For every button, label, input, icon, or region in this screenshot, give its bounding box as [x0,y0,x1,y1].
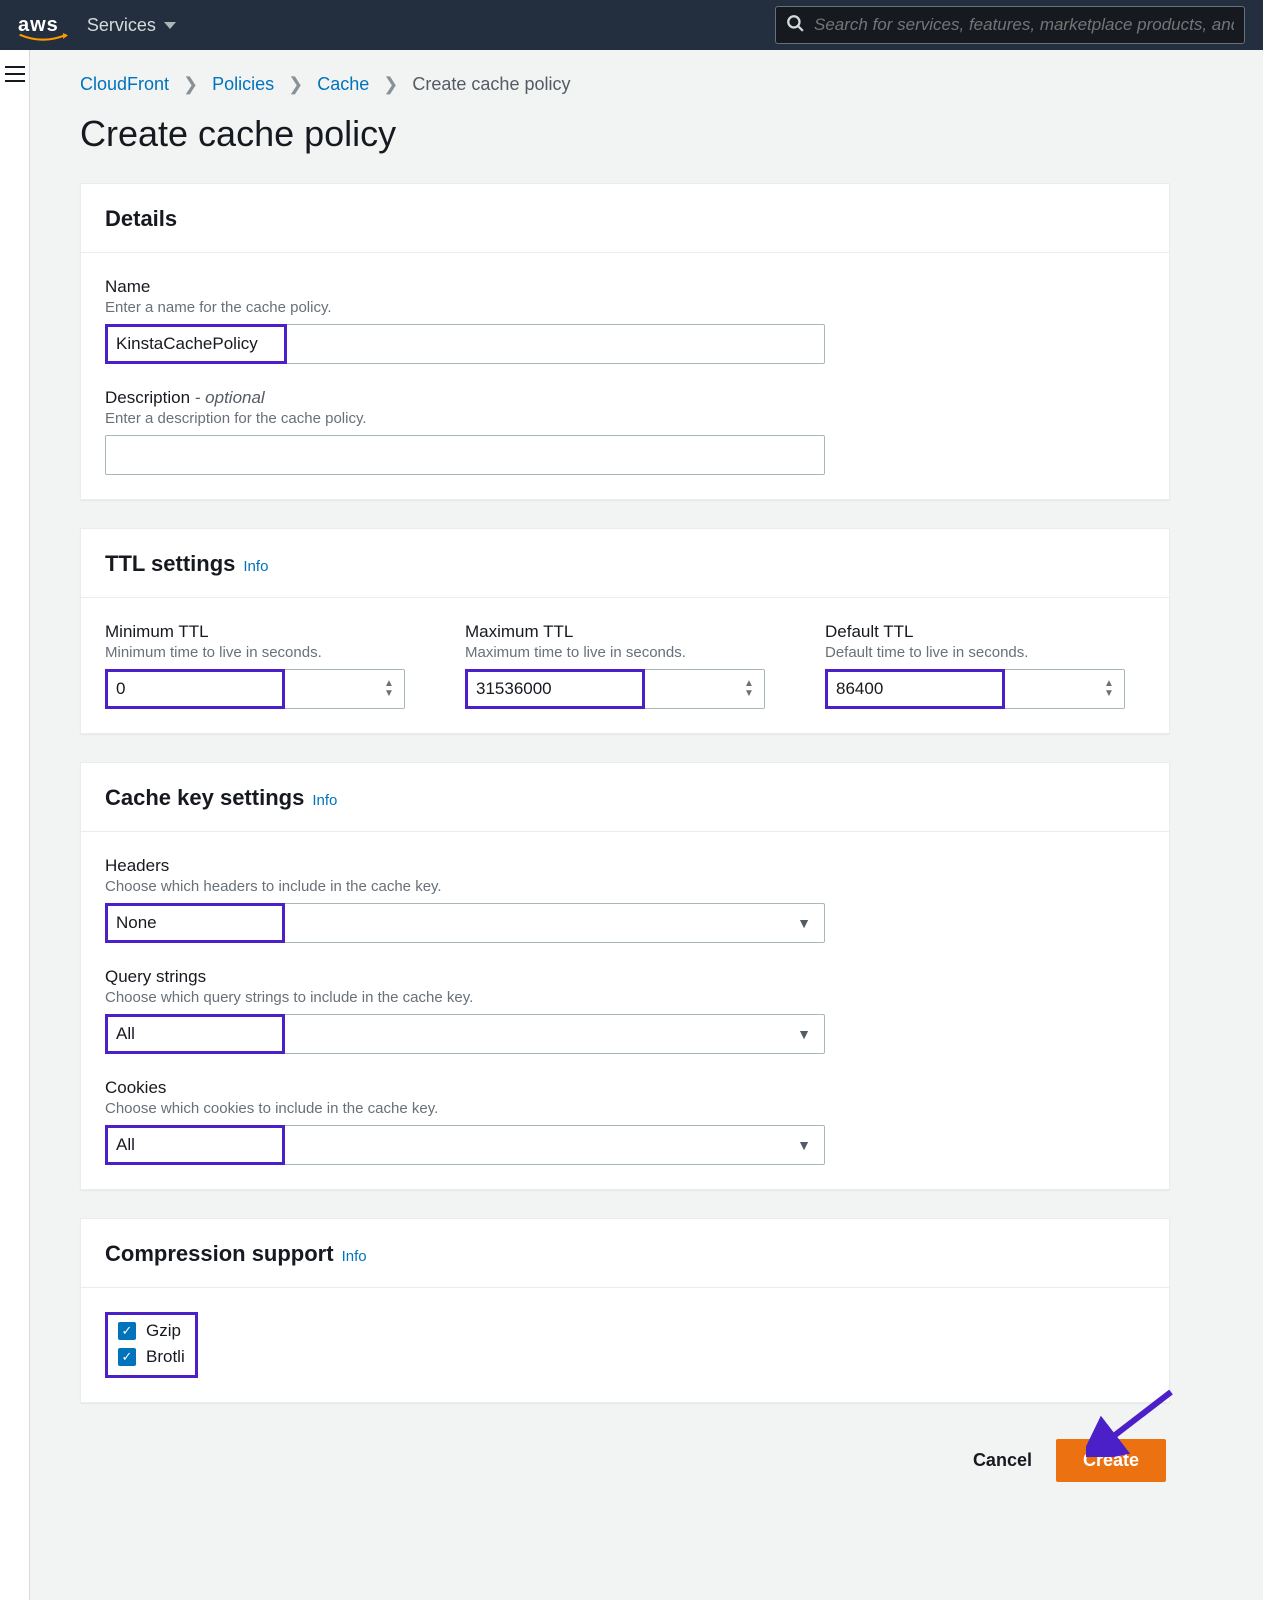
checkbox-checked-icon: ✓ [118,1348,136,1366]
chevron-right-icon: ❯ [288,74,303,95]
crumb-current: Create cache policy [412,74,570,95]
ttl-info-link[interactable]: Info [243,558,268,575]
name-hint: Enter a name for the cache policy. [105,299,1145,316]
name-input[interactable] [105,324,825,364]
cache-key-info-link[interactable]: Info [312,792,337,809]
cookies-select[interactable]: All [105,1125,825,1165]
chevron-right-icon: ❯ [383,74,398,95]
caret-down-icon [164,22,176,29]
number-stepper[interactable]: ▲▼ [377,673,401,705]
min-ttl-label: Minimum TTL [105,622,425,642]
gzip-label: Gzip [146,1321,181,1341]
max-ttl-label: Maximum TTL [465,622,785,642]
aws-smile-icon [18,33,68,43]
description-input[interactable] [105,435,825,475]
panel-compression-title: Compression support [105,1241,334,1267]
compression-info-link[interactable]: Info [342,1248,367,1265]
crumb-policies[interactable]: Policies [212,74,274,95]
breadcrumb: CloudFront ❯ Policies ❯ Cache ❯ Create c… [80,74,1170,95]
max-ttl-input[interactable] [465,669,765,709]
query-strings-hint: Choose which query strings to include in… [105,989,1145,1006]
side-rail [0,50,30,1600]
gzip-checkbox[interactable]: ✓ Gzip [118,1321,185,1341]
form-actions: Cancel Create [80,1431,1170,1482]
panel-details-title: Details [81,184,1169,253]
panel-compression: Compression support Info ✓ Gzip ✓ Brotli [80,1218,1170,1403]
number-stepper[interactable]: ▲▼ [737,673,761,705]
max-ttl-hint: Maximum time to live in seconds. [465,644,785,661]
panel-ttl-title: TTL settings [105,551,235,577]
hamburger-icon[interactable] [5,66,25,82]
name-label: Name [105,277,1145,297]
search-input[interactable] [814,15,1234,35]
default-ttl-input[interactable] [825,669,1125,709]
global-search[interactable] [775,6,1245,44]
services-menu[interactable]: Services [87,15,176,36]
query-strings-select[interactable]: All [105,1014,825,1054]
crumb-cloudfront[interactable]: CloudFront [80,74,169,95]
min-ttl-input[interactable] [105,669,405,709]
crumb-cache[interactable]: Cache [317,74,369,95]
headers-hint: Choose which headers to include in the c… [105,878,1145,895]
top-nav: aws Services [0,0,1263,50]
panel-details: Details Name Enter a name for the cache … [80,183,1170,500]
checkbox-checked-icon: ✓ [118,1322,136,1340]
brotli-label: Brotli [146,1347,185,1367]
description-hint: Enter a description for the cache policy… [105,410,1145,427]
panel-cache-key-title: Cache key settings [105,785,304,811]
page-title: Create cache policy [80,113,1170,155]
default-ttl-label: Default TTL [825,622,1145,642]
chevron-right-icon: ❯ [183,74,198,95]
default-ttl-hint: Default time to live in seconds. [825,644,1145,661]
search-icon [786,14,804,37]
create-button[interactable]: Create [1056,1439,1166,1482]
query-strings-label: Query strings [105,967,1145,987]
services-label: Services [87,15,156,36]
brotli-checkbox[interactable]: ✓ Brotli [118,1347,185,1367]
panel-ttl: TTL settings Info Minimum TTL Minimum ti… [80,528,1170,734]
cookies-hint: Choose which cookies to include in the c… [105,1100,1145,1117]
min-ttl-hint: Minimum time to live in seconds. [105,644,425,661]
cancel-button[interactable]: Cancel [973,1450,1032,1471]
headers-select[interactable]: None [105,903,825,943]
aws-logo[interactable]: aws [18,14,59,37]
headers-label: Headers [105,856,1145,876]
highlight-box: ✓ Gzip ✓ Brotli [105,1312,198,1378]
description-label: Description - optional [105,388,1145,408]
number-stepper[interactable]: ▲▼ [1097,673,1121,705]
cookies-label: Cookies [105,1078,1145,1098]
panel-cache-key: Cache key settings Info Headers Choose w… [80,762,1170,1190]
